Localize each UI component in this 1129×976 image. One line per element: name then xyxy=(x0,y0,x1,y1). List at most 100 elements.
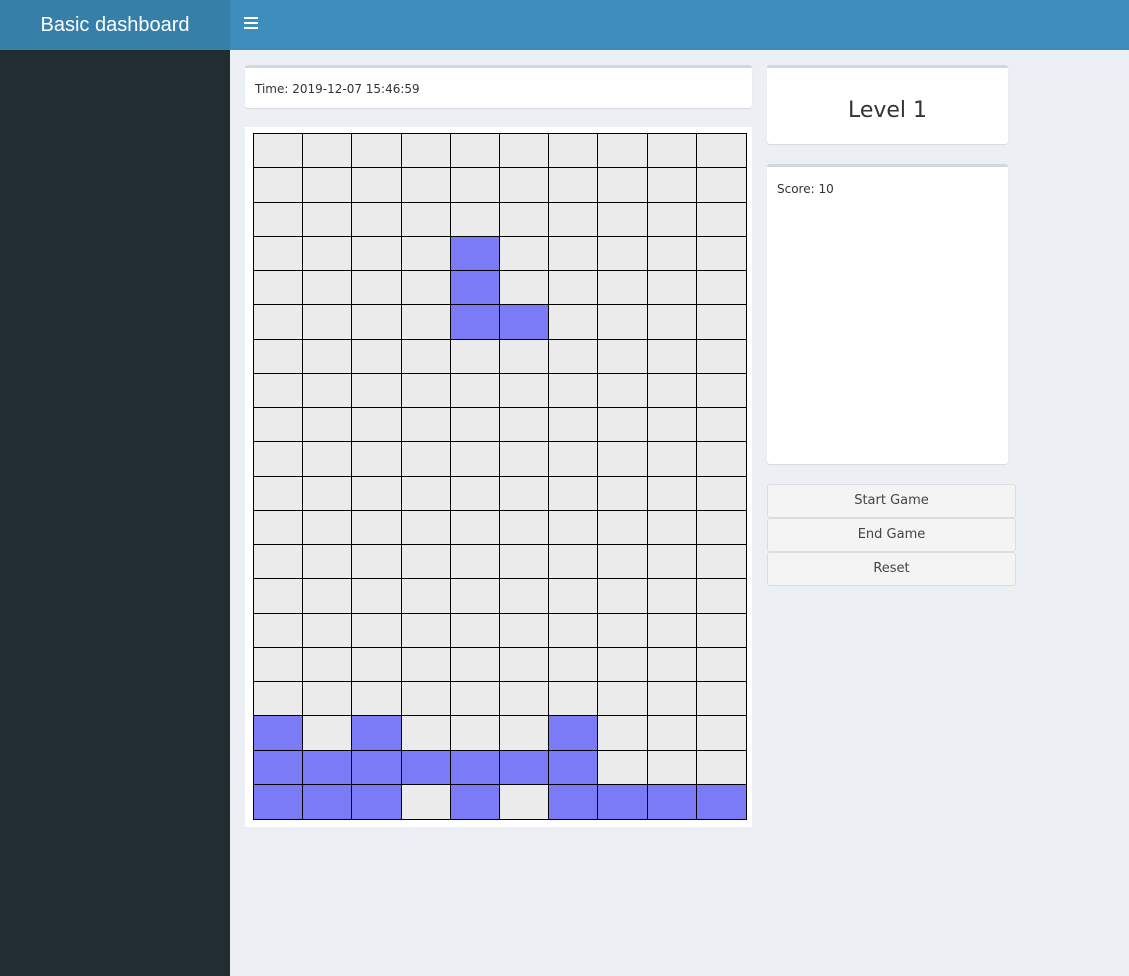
board-cell-empty xyxy=(450,339,500,374)
board-cell-empty xyxy=(696,202,746,237)
board-cell-empty xyxy=(254,647,304,682)
board-cell-filled xyxy=(500,750,550,785)
board-cell-empty xyxy=(598,168,648,203)
board-cell-empty xyxy=(696,373,746,408)
hamburger-icon[interactable] xyxy=(244,17,258,33)
board-cell-empty xyxy=(647,305,697,340)
board-cell-empty xyxy=(696,613,746,648)
board-cell-empty xyxy=(352,613,402,648)
reset-button[interactable]: Reset xyxy=(767,552,1016,586)
board-cell-empty xyxy=(303,613,353,648)
board-cell-filled xyxy=(549,716,599,751)
board-cell-empty xyxy=(303,373,353,408)
board-cell-filled xyxy=(254,716,304,751)
board-cell-empty xyxy=(450,408,500,443)
board-cell-filled xyxy=(450,750,500,785)
board-cell-empty xyxy=(450,613,500,648)
board-cell-empty xyxy=(254,373,304,408)
board-cell-empty xyxy=(303,682,353,717)
board-cell-empty xyxy=(647,510,697,545)
board-cell-empty xyxy=(500,682,550,717)
board-cell-filled xyxy=(549,750,599,785)
board-cell-empty xyxy=(500,716,550,751)
board-cell-empty xyxy=(598,716,648,751)
app-title: Basic dashboard xyxy=(0,0,230,50)
board-cell-empty xyxy=(352,545,402,580)
board-cell-empty xyxy=(401,716,451,751)
board-cell-empty xyxy=(352,647,402,682)
board-cell-empty xyxy=(303,339,353,374)
board-cell-empty xyxy=(254,134,304,169)
board-cell-empty xyxy=(450,647,500,682)
board-cell-empty xyxy=(401,442,451,477)
board-cell-empty xyxy=(500,408,550,443)
board-cell-empty xyxy=(254,613,304,648)
board-cell-empty xyxy=(647,750,697,785)
board-cell-filled xyxy=(352,784,402,819)
game-board[interactable] xyxy=(253,133,747,820)
board-cell-empty xyxy=(352,236,402,271)
board-cell-empty xyxy=(450,476,500,511)
board-cell-empty xyxy=(254,236,304,271)
board-cell-filled xyxy=(303,750,353,785)
board-cell-filled xyxy=(450,236,500,271)
board-cell-empty xyxy=(647,476,697,511)
board-cell-empty xyxy=(450,510,500,545)
board-cell-empty xyxy=(647,647,697,682)
board-cell-empty xyxy=(401,647,451,682)
board-cell-filled xyxy=(549,784,599,819)
board-cell-empty xyxy=(696,647,746,682)
board-cell-empty xyxy=(647,442,697,477)
board-cell-empty xyxy=(303,236,353,271)
board-cell-filled xyxy=(352,750,402,785)
board-cell-empty xyxy=(598,545,648,580)
board-cell-empty xyxy=(598,579,648,614)
board-cell-empty xyxy=(598,613,648,648)
board-cell-empty xyxy=(254,510,304,545)
board-cell-empty xyxy=(500,271,550,306)
board-cell-empty xyxy=(500,476,550,511)
board-cell-filled xyxy=(450,784,500,819)
board-cell-filled xyxy=(598,784,648,819)
end-game-button[interactable]: End Game xyxy=(767,518,1016,552)
board-cell-empty xyxy=(696,339,746,374)
sidebar xyxy=(0,50,230,976)
board-cell-empty xyxy=(647,202,697,237)
board-cell-empty xyxy=(254,168,304,203)
board-cell-empty xyxy=(401,271,451,306)
board-cell-empty xyxy=(549,647,599,682)
board-cell-filled xyxy=(647,784,697,819)
board-cell-empty xyxy=(352,168,402,203)
board-cell-empty xyxy=(450,682,500,717)
board-cell-empty xyxy=(647,579,697,614)
board-cell-empty xyxy=(598,305,648,340)
board-cell-filled xyxy=(696,784,746,819)
board-cell-empty xyxy=(598,373,648,408)
board-cell-empty xyxy=(549,510,599,545)
board-cell-empty xyxy=(696,510,746,545)
board-cell-empty xyxy=(450,579,500,614)
board-cell-empty xyxy=(500,784,550,819)
board-cell-empty xyxy=(303,545,353,580)
board-cell-empty xyxy=(549,545,599,580)
board-cell-empty xyxy=(696,305,746,340)
board-cell-empty xyxy=(549,613,599,648)
board-cell-empty xyxy=(598,510,648,545)
board-cell-empty xyxy=(254,682,304,717)
board-cell-empty xyxy=(254,305,304,340)
board-cell-empty xyxy=(549,476,599,511)
board-cell-empty xyxy=(352,408,402,443)
board-cell-empty xyxy=(303,168,353,203)
board-cell-empty xyxy=(598,408,648,443)
start-game-button[interactable]: Start Game xyxy=(767,484,1016,518)
board-cell-empty xyxy=(450,168,500,203)
board-cell-empty xyxy=(500,579,550,614)
level-box: Level 1 xyxy=(767,65,1008,144)
time-box: Time: 2019-12-07 15:46:59 xyxy=(245,65,752,108)
board-cell-empty xyxy=(598,476,648,511)
board-cell-empty xyxy=(696,545,746,580)
board-cell-empty xyxy=(598,134,648,169)
board-cell-empty xyxy=(254,271,304,306)
board-cell-empty xyxy=(647,613,697,648)
board-cell-empty xyxy=(352,682,402,717)
